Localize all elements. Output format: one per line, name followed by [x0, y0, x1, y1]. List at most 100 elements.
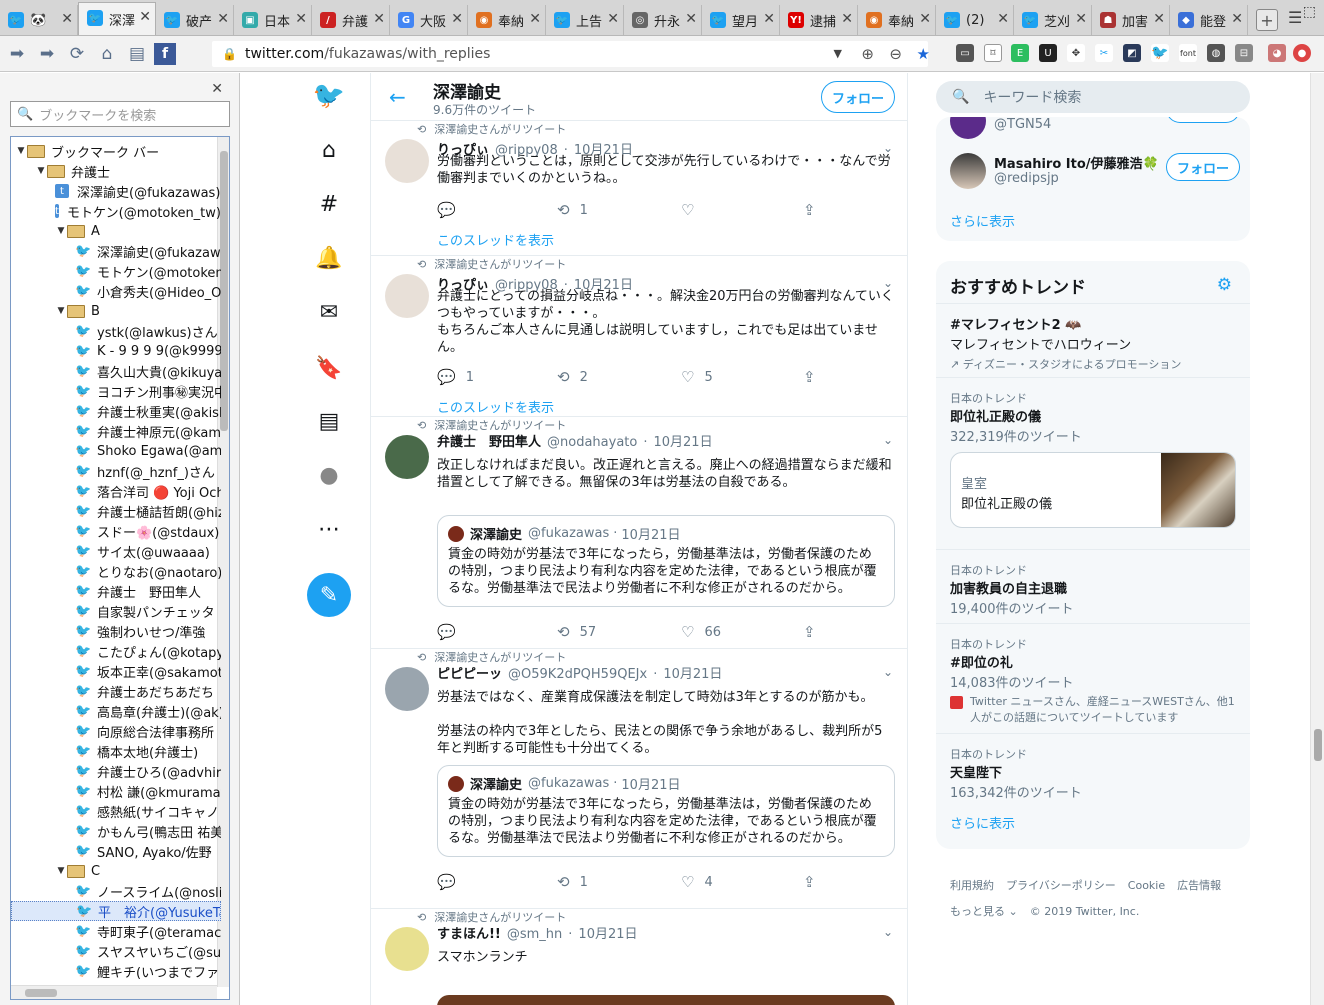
show-more-link[interactable]: さらに表示: [950, 813, 1015, 832]
extension-icon-1[interactable]: ▭: [956, 44, 974, 62]
trend-item[interactable]: 日本のトレンド 即位礼正殿の儀 322,319件のツイート 皇室 即位礼正殿の儀: [936, 377, 1250, 549]
bookmark-item[interactable]: 🐦 スヤスヤいちご(@suya): [11, 941, 221, 961]
tab-close-icon[interactable]: ✕: [685, 11, 697, 27]
bookmarks-icon[interactable]: 🔖: [314, 353, 344, 383]
browser-tab[interactable]: 🐦 芝刈 ✕: [1014, 5, 1092, 35]
tweet[interactable]: ⟲ 深澤諭史さんがリツイート りっぴぃ @rippy08 · 10月21日 ⌄ 労働審判…: [371, 121, 907, 256]
browser-tab[interactable]: 🐦 望月 ✕: [702, 5, 780, 35]
evernote-icon[interactable]: E: [1011, 44, 1029, 62]
bookmark-item[interactable]: 🐦 ヨコチン刑事㊙実況中: [11, 381, 221, 401]
browser-tab[interactable]: 🐦 深澤 ✕: [78, 2, 156, 35]
share-button[interactable]: ⇪: [803, 873, 826, 891]
bookmark-item[interactable]: 🐦 感熱紙(サイコキャノン): [11, 801, 221, 821]
zoom-icon[interactable]: ⊖: [889, 45, 902, 63]
reload-button[interactable]: ⟳: [64, 41, 90, 67]
facebook-icon[interactable]: f: [154, 42, 176, 65]
new-tab-button[interactable]: +: [1256, 9, 1278, 31]
follow-button[interactable]: フォロー: [821, 81, 895, 113]
bookmark-item[interactable]: 🐦 小倉秀夫(@Hideo_Ogura): [11, 281, 221, 301]
tweet-handle[interactable]: @sm_hn: [507, 927, 562, 942]
bookmark-item[interactable]: 🐦 弁護士あだちあだち: [11, 681, 221, 701]
follow-suggestion[interactable]: Masahiro Ito/伊藤雅浩🍀 @redipsjp フォロー: [950, 153, 1240, 193]
tweet[interactable]: ⟲ 深澤諭史さんがリツイート ピピピーッ @O59K2dPQH59QEJx · 10月2…: [371, 649, 907, 909]
avatar[interactable]: [385, 667, 429, 711]
bookmark-search-input[interactable]: 🔍 ブックマークを検索: [10, 101, 230, 127]
trend-item[interactable]: 日本のトレンド #即位の礼 14,083件のツイート Twitter ニュースさん…: [936, 623, 1250, 733]
tweet-handle[interactable]: @nodahayato: [547, 435, 637, 450]
back-arrow-icon[interactable]: ←: [389, 85, 406, 109]
bookmark-item[interactable]: 🐦 hznf(@_hznf_)さん: [11, 461, 221, 481]
avatar[interactable]: [385, 139, 429, 183]
lists-icon[interactable]: ▤: [314, 406, 344, 436]
like-button[interactable]: ♡: [681, 201, 704, 219]
browser-tab[interactable]: ◎ 升永 ✕: [624, 5, 702, 35]
chevron-down-icon[interactable]: ⌄: [883, 925, 893, 939]
reply-button[interactable]: 💬: [437, 201, 466, 219]
more-icon[interactable]: ⋯: [314, 514, 344, 544]
expand-triangle-icon[interactable]: ▼: [55, 226, 67, 236]
browser-tab[interactable]: ▣ 日本 ✕: [234, 5, 312, 35]
footer-link[interactable]: 広告情報: [1177, 879, 1221, 892]
browser-tab[interactable]: 🐦 (2) ✕: [936, 5, 1014, 35]
bookmark-item[interactable]: 🐦 強制わいせつ/準強: [11, 621, 221, 641]
forward-button[interactable]: ➡: [34, 41, 60, 67]
bookmark-item[interactable]: 🐦 高島章(弁護士)(@ak): [11, 701, 221, 721]
tweetdeck-icon[interactable]: ✂: [1095, 44, 1113, 62]
url-bar[interactable]: 🔒 twitter.com/fukazawas/with_replies ▼ ⊕…: [212, 41, 930, 67]
retweet-button[interactable]: ⟲ 1: [557, 201, 588, 219]
follow-button[interactable]: [1166, 117, 1240, 123]
twitter-logo-icon[interactable]: 🐦: [313, 81, 345, 111]
browser-tab[interactable]: / 弁護 ✕: [312, 5, 390, 35]
bookmark-star-icon[interactable]: ★: [917, 45, 930, 63]
profile-avatar-icon[interactable]: ◕: [1268, 44, 1286, 62]
bookmark-item[interactable]: 🐦 平 裕介(@YusukeTaira): [11, 901, 221, 921]
tab-close-icon[interactable]: ✕: [295, 11, 307, 27]
browser-tab[interactable]: ◉ 奉納 ✕: [858, 5, 936, 35]
browser-tab[interactable]: Y! 逮捕 ✕: [780, 5, 858, 35]
bookmark-item[interactable]: 🐦 坂本正幸(@sakamoto): [11, 661, 221, 681]
profile-icon[interactable]: ●: [314, 460, 344, 490]
messages-envelope-icon[interactable]: ✉: [314, 297, 344, 327]
quoted-tweet[interactable]: 深澤諭史 @fukazawas · 10月21日 賃金の時効が労基法で3年になったら，…: [437, 765, 895, 857]
bookmark-hscrollbar[interactable]: [11, 985, 217, 999]
bookmark-folder[interactable]: ▼ A: [11, 221, 221, 241]
bookmark-item[interactable]: 🐦 モトケン(@motoken_tw): [11, 261, 221, 281]
bookmark-folder[interactable]: ▼ 弁護士: [11, 161, 221, 181]
back-button[interactable]: ➡: [4, 41, 30, 67]
tab-close-icon[interactable]: ✕: [61, 11, 73, 27]
tweet[interactable]: ⟲ 深澤諭史さんがリツイート すまほん!! @sm_hn · 10月21日 ⌄ スマホン…: [371, 909, 907, 1005]
reader-icon[interactable]: ▤: [124, 41, 150, 67]
bookmark-item[interactable]: 🐦 深澤諭史(@fukazawas): [11, 241, 221, 261]
tweet-date[interactable]: 10月21日: [663, 667, 722, 682]
bookmark-item[interactable]: 🐦 村松 謙(@kmuramatsu): [11, 781, 221, 801]
browser-tab[interactable]: 🐦 破产 ✕: [156, 5, 234, 35]
bookmark-item[interactable]: 🐦 向原総合法律事務所: [11, 721, 221, 741]
bookmark-item[interactable]: 🐦 弁護士神原元(@kambara): [11, 421, 221, 441]
tab-close-icon[interactable]: ✕: [1075, 11, 1087, 27]
extension-icon-5[interactable]: ●: [1293, 44, 1311, 62]
bookmark-item[interactable]: 🐦 かもん弓(鴨志田 祐美): [11, 821, 221, 841]
tab-close-icon[interactable]: ✕: [529, 11, 541, 27]
bookmark-item[interactable]: 🐦 ystk(@lawkus)さん: [11, 321, 221, 341]
home-icon[interactable]: ⌂: [314, 135, 344, 165]
expand-triangle-icon[interactable]: ▼: [55, 866, 67, 876]
browser-tab[interactable]: 🐦 上告 ✕: [546, 5, 624, 35]
chevron-down-icon[interactable]: ⌄: [883, 665, 893, 679]
bookmark-item[interactable]: 🐦 弁護士 野田隼人: [11, 581, 221, 601]
browser-tab[interactable]: G 大阪 ✕: [390, 5, 468, 35]
bookmark-folder[interactable]: ▼ B: [11, 301, 221, 321]
quoted-tweet[interactable]: 深澤諭史 @fukazawas · 10月21日 賃金の時効が労基法で3年になったら，…: [437, 515, 895, 607]
tab-close-icon[interactable]: ✕: [451, 11, 463, 27]
chevron-down-icon[interactable]: ⌄: [883, 433, 893, 447]
like-button[interactable]: ♡ 4: [681, 873, 713, 891]
follow-button[interactable]: フォロー: [1166, 153, 1240, 181]
tweet-date[interactable]: 10月21日: [578, 927, 637, 942]
share-button[interactable]: ⇪: [803, 623, 826, 641]
url-extension-icon[interactable]: U: [1039, 44, 1057, 62]
bookmark-item[interactable]: 🐦 喜久山大貴(@kikuyama): [11, 361, 221, 381]
tab-close-icon[interactable]: ✕: [139, 9, 151, 25]
reply-button[interactable]: 💬: [437, 873, 466, 891]
bookmark-item[interactable]: 🐦 弁護士樋詰哲朗(@hizume): [11, 501, 221, 521]
expand-triangle-icon[interactable]: ▼: [55, 306, 67, 316]
bookmark-item[interactable]: 🐦 弁護士ひろ(@advhiro): [11, 761, 221, 781]
